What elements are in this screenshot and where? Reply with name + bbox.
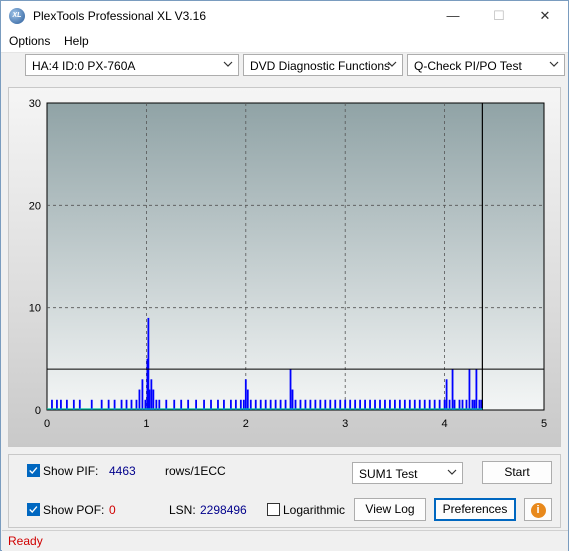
data-bar bbox=[451, 369, 454, 410]
function-select[interactable]: DVD Diagnostic Functions bbox=[243, 54, 403, 76]
sum-test-value: SUM1 Test bbox=[359, 467, 418, 481]
view-log-button[interactable]: View Log bbox=[354, 498, 426, 521]
lsn-label: LSN: bbox=[169, 503, 196, 517]
test-select-value: Q-Check PI/PO Test bbox=[414, 59, 522, 73]
x-tick-label: 5 bbox=[541, 418, 547, 430]
checkmark-icon bbox=[29, 467, 38, 475]
y-tick-label: 20 bbox=[29, 200, 41, 212]
drive-select[interactable]: HA:4 ID:0 PX-760A bbox=[25, 54, 239, 76]
preferences-button[interactable]: Preferences bbox=[434, 498, 516, 521]
menu-bar: Options Help bbox=[1, 31, 568, 53]
sum-test-select[interactable]: SUM1 Test bbox=[352, 462, 463, 484]
data-bar bbox=[475, 369, 478, 410]
chevron-down-icon bbox=[549, 61, 559, 67]
data-bar bbox=[291, 389, 294, 410]
start-button[interactable]: Start bbox=[482, 461, 552, 484]
x-tick-label: 3 bbox=[342, 418, 348, 430]
pif-value: 4463 bbox=[109, 464, 136, 478]
chevron-down-icon bbox=[223, 61, 233, 67]
data-bar bbox=[148, 389, 151, 410]
checkmark-icon bbox=[29, 506, 38, 514]
data-bar bbox=[150, 379, 153, 410]
chart-panel: 0 1 2 3 4 5 0 10 20 30 bbox=[8, 87, 561, 447]
data-bar bbox=[246, 389, 249, 410]
close-icon[interactable]: ✕ bbox=[522, 1, 568, 31]
x-tick-label: 1 bbox=[143, 418, 149, 430]
chevron-down-icon bbox=[387, 61, 397, 67]
info-button[interactable]: i bbox=[524, 498, 552, 521]
y-tick-label: 10 bbox=[29, 303, 41, 315]
y-tick-label: 30 bbox=[29, 98, 41, 110]
logarithmic-checkbox[interactable] bbox=[267, 503, 280, 516]
menu-options[interactable]: Options bbox=[9, 34, 50, 48]
show-pif-checkbox[interactable] bbox=[27, 464, 40, 477]
data-bar bbox=[152, 389, 155, 410]
pi-chart: 0 1 2 3 4 5 0 10 20 30 bbox=[29, 98, 547, 430]
main-window: XL PlexTools Professional XL V3.16 — ☐ ✕… bbox=[0, 0, 569, 551]
status-text: Ready bbox=[8, 534, 43, 548]
data-bar bbox=[244, 379, 247, 410]
show-pof-checkbox[interactable] bbox=[27, 503, 40, 516]
test-select[interactable]: Q-Check PI/PO Test bbox=[407, 54, 565, 76]
data-bar bbox=[138, 389, 141, 410]
drive-select-value: HA:4 ID:0 PX-760A bbox=[32, 59, 136, 73]
window-title: PlexTools Professional XL V3.16 bbox=[33, 9, 206, 23]
plot-area bbox=[46, 102, 545, 411]
minimize-icon[interactable]: — bbox=[430, 1, 476, 31]
function-select-value: DVD Diagnostic Functions bbox=[250, 59, 391, 73]
show-pif-label: Show PIF: bbox=[43, 464, 99, 478]
bottom-panel: Show PIF: 4463 rows/1ECC Show POF: 0 LSN… bbox=[8, 454, 561, 528]
info-icon: i bbox=[530, 503, 546, 518]
app-icon: XL bbox=[9, 8, 25, 24]
logarithmic-label: Logarithmic bbox=[283, 503, 346, 517]
x-tick-label: 4 bbox=[442, 418, 448, 430]
maximize-icon[interactable]: ☐ bbox=[476, 1, 522, 31]
data-bar bbox=[289, 369, 292, 410]
show-pof-label: Show POF: bbox=[43, 503, 105, 517]
status-bar: Ready bbox=[2, 530, 568, 551]
pif-unit: rows/1ECC bbox=[165, 464, 226, 478]
pof-value: 0 bbox=[109, 503, 116, 517]
title-bar: XL PlexTools Professional XL V3.16 — ☐ ✕ bbox=[1, 1, 568, 31]
data-bar bbox=[468, 369, 471, 410]
menu-help[interactable]: Help bbox=[64, 34, 89, 48]
x-tick-label: 0 bbox=[44, 418, 50, 430]
lsn-value: 2298496 bbox=[200, 503, 247, 517]
x-tick-label: 2 bbox=[243, 418, 249, 430]
data-bar bbox=[141, 379, 144, 410]
y-tick-label: 0 bbox=[35, 405, 41, 417]
data-bar bbox=[445, 379, 448, 410]
chevron-down-icon bbox=[447, 469, 457, 475]
